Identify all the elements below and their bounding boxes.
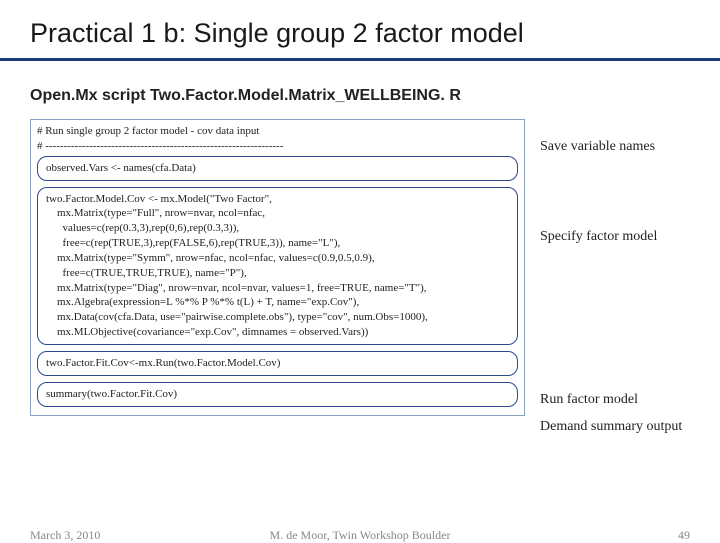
footer-author: M. de Moor, Twin Workshop Boulder [0, 528, 720, 543]
annotation-summary: Demand summary output [540, 419, 682, 435]
code-comment-2: # --------------------------------------… [37, 139, 518, 154]
footer-page-number: 49 [678, 528, 690, 543]
annotation-save-vars: Save variable names [540, 139, 655, 155]
code-bubble-observed-vars: observed.Vars <- names(cfa.Data) [37, 156, 518, 181]
annotation-run-model: Run factor model [540, 392, 638, 408]
annotation-specify-model: Specify factor model [540, 229, 657, 245]
code-bubble-summary: summary(two.Factor.Fit.Cov) [37, 382, 518, 407]
code-block-4: summary(two.Factor.Fit.Cov) [46, 387, 509, 402]
slide-title: Practical 1 b: Single group 2 factor mod… [30, 18, 690, 59]
code-bubble-model: two.Factor.Model.Cov <- mx.Model("Two Fa… [37, 187, 518, 345]
code-comment-1: # Run single group 2 factor model - cov … [37, 124, 518, 139]
code-block-3: two.Factor.Fit.Cov<-mx.Run(two.Factor.Mo… [46, 356, 509, 371]
code-block-2: two.Factor.Model.Cov <- mx.Model("Two Fa… [46, 192, 509, 340]
code-column: # Run single group 2 factor model - cov … [30, 119, 525, 416]
title-underline [0, 58, 720, 61]
code-block-1: observed.Vars <- names(cfa.Data) [46, 161, 509, 176]
subtitle-script-name: Two.Factor.Model.Matrix_WELLBEING. R [150, 87, 461, 104]
subtitle-prefix: Open.Mx script [30, 87, 150, 104]
subtitle: Open.Mx script Two.Factor.Model.Matrix_W… [30, 87, 690, 105]
content-area: # Run single group 2 factor model - cov … [30, 119, 690, 489]
code-outer-box: # Run single group 2 factor model - cov … [30, 119, 525, 416]
code-bubble-run: two.Factor.Fit.Cov<-mx.Run(two.Factor.Mo… [37, 351, 518, 376]
